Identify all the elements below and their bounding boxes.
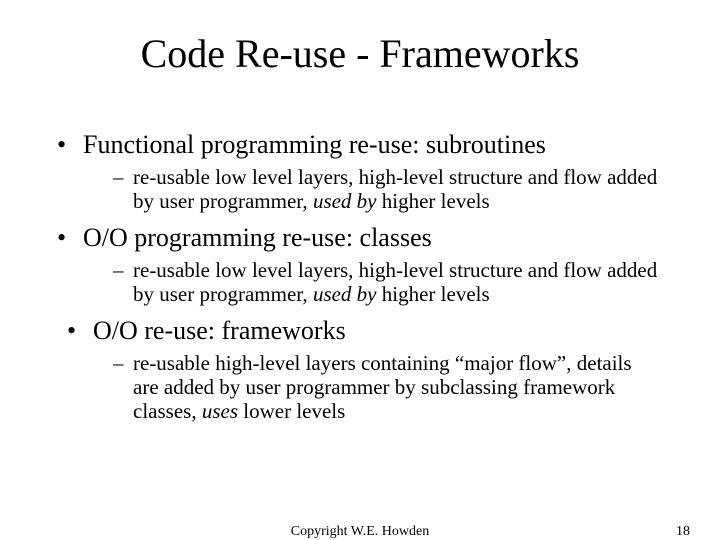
bullet-3-sub: re-usable high-level layers containing “… — [113, 351, 660, 423]
copyright-text: Copyright W.E. Howden — [0, 524, 720, 540]
slide-title: Code Re-use - Frameworks — [0, 30, 720, 77]
slide-body: Functional programming re-use: subroutin… — [55, 130, 660, 433]
text: lower levels — [238, 399, 345, 423]
emphasis: used by — [313, 189, 377, 213]
slide: Code Re-use - Frameworks Functional prog… — [0, 0, 720, 540]
text: higher levels — [377, 282, 490, 306]
emphasis: uses — [202, 399, 238, 423]
emphasis: used by — [313, 282, 377, 306]
bullet-1: Functional programming re-use: subroutin… — [55, 130, 660, 161]
bullet-2-sub: re-usable low level layers, high-level s… — [113, 258, 660, 306]
bullet-3: O/O re-use: frameworks — [55, 316, 660, 347]
bullet-2: O/O programming re-use: classes — [55, 223, 660, 254]
page-number: 18 — [676, 524, 690, 540]
bullet-1-sub: re-usable low level layers, high-level s… — [113, 165, 660, 213]
text: higher levels — [377, 189, 490, 213]
